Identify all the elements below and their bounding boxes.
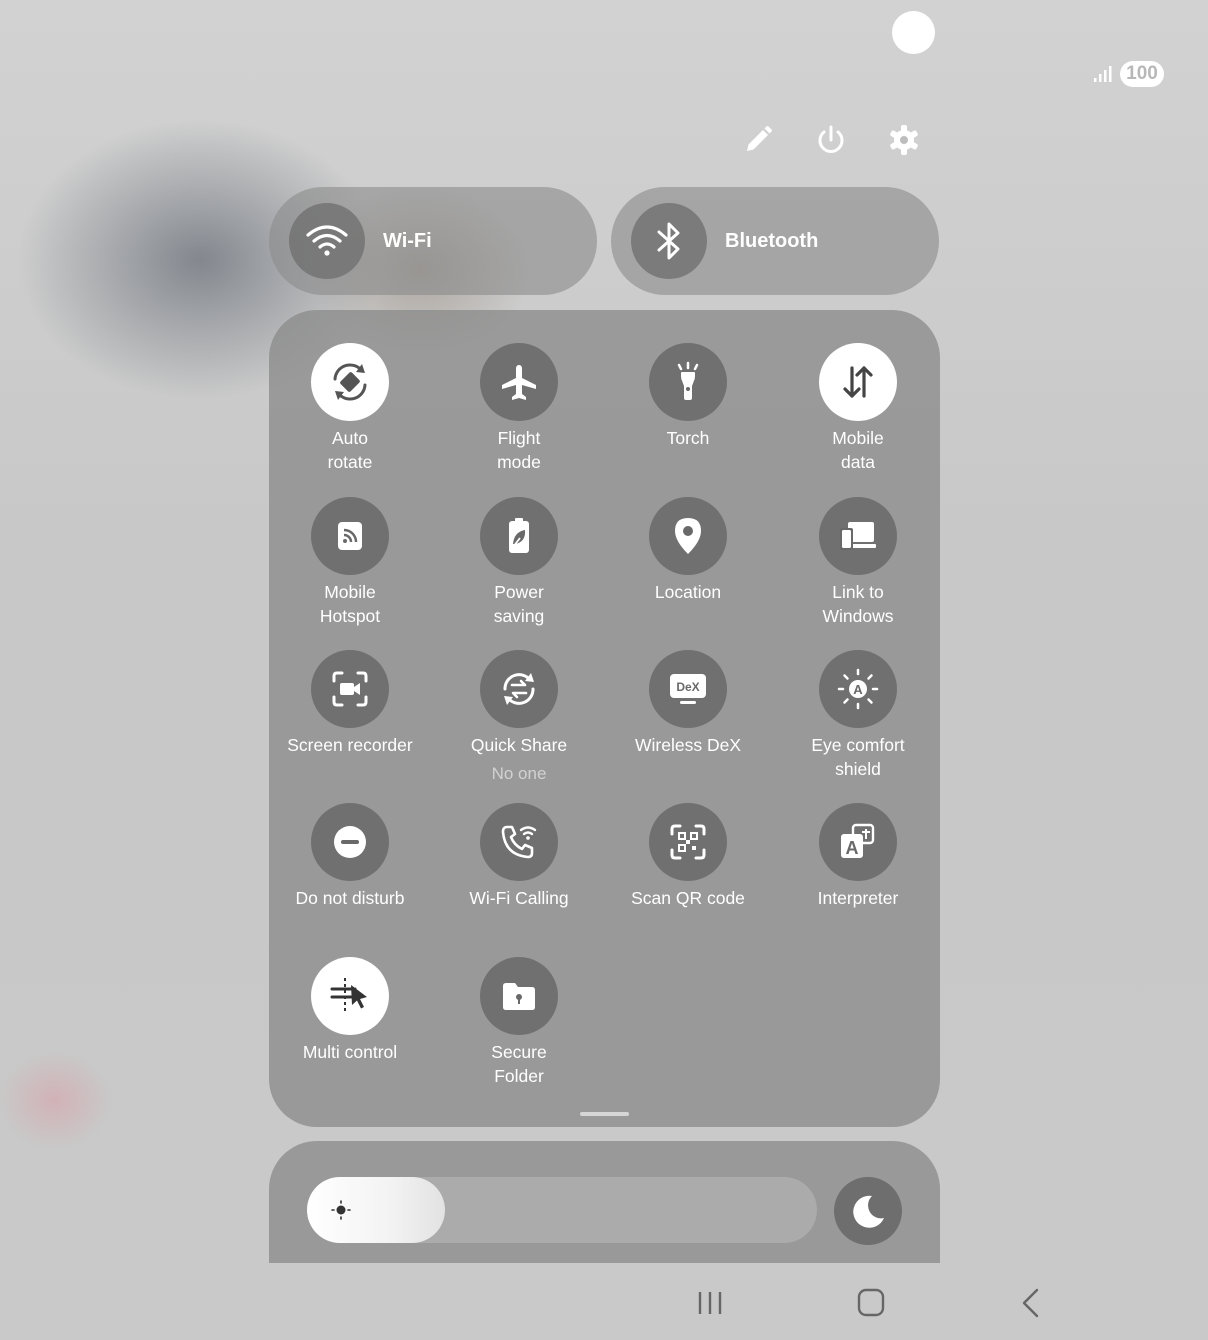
do-not-disturb-icon — [311, 803, 389, 881]
wifi-icon — [289, 203, 365, 279]
mobile-data-icon — [819, 343, 897, 421]
airplane-icon — [480, 343, 558, 421]
location-icon — [649, 497, 727, 575]
tile-auto-rotate[interactable]: Auto rotate — [265, 343, 435, 474]
dex-icon: DeX — [649, 650, 727, 728]
svg-text:A: A — [853, 682, 863, 697]
hotspot-icon — [311, 497, 389, 575]
link-to-windows-icon — [819, 497, 897, 575]
quick-share-icon — [480, 650, 558, 728]
tile-label: Auto rotate — [327, 428, 373, 472]
home-icon[interactable] — [851, 1284, 891, 1322]
torch-icon — [649, 343, 727, 421]
tile-mobile-data[interactable]: Mobile data — [773, 343, 943, 474]
panel-expand-handle[interactable] — [580, 1112, 629, 1116]
wifi-label: Wi-Fi — [383, 229, 432, 252]
screen-recorder-icon — [311, 650, 389, 728]
tile-secure-folder[interactable]: Secure Folder — [434, 957, 604, 1088]
tile-multi-control[interactable]: Multi control — [265, 957, 435, 1064]
tile-sublabel: No one — [491, 764, 547, 783]
battery-indicator: 100 — [1120, 61, 1164, 87]
tile-eye-comfort-shield[interactable]: A Eye comfort shield — [773, 650, 943, 781]
tile-scan-qr-code[interactable]: Scan QR code — [603, 803, 773, 910]
tile-power-saving[interactable]: Power saving — [434, 497, 604, 628]
tile-label: Wireless DeX — [635, 735, 741, 755]
bluetooth-icon — [631, 203, 707, 279]
tile-do-not-disturb[interactable]: Do not disturb — [265, 803, 435, 910]
camera-cutout — [892, 11, 935, 54]
auto-rotate-icon — [311, 343, 389, 421]
tile-label: Link to Windows — [822, 582, 894, 626]
tile-label: Power saving — [493, 582, 545, 626]
dark-mode-button[interactable] — [834, 1177, 902, 1245]
tile-label: Wi-Fi Calling — [469, 888, 569, 908]
svg-text:DeX: DeX — [676, 680, 699, 694]
tile-label: Torch — [666, 428, 710, 448]
tile-torch[interactable]: Torch — [603, 343, 773, 450]
sun-icon — [331, 1200, 351, 1220]
tile-mobile-hotspot[interactable]: Mobile Hotspot — [265, 497, 435, 628]
tile-label: Scan QR code — [631, 888, 745, 908]
tile-wifi-calling[interactable]: Wi-Fi Calling — [434, 803, 604, 910]
tile-label: Flight mode — [497, 428, 541, 472]
secure-folder-icon — [480, 957, 558, 1035]
tile-wireless-dex[interactable]: DeX Wireless DeX — [603, 650, 773, 757]
tile-location[interactable]: Location — [603, 497, 773, 604]
tile-link-to-windows[interactable]: Link to Windows — [773, 497, 943, 628]
bluetooth-toggle[interactable]: Bluetooth — [611, 187, 939, 295]
tile-label: Eye comfort shield — [811, 735, 905, 779]
bluetooth-label: Bluetooth — [725, 229, 819, 252]
tile-label: Mobile Hotspot — [319, 582, 381, 626]
wifi-calling-icon — [480, 803, 558, 881]
back-icon[interactable] — [1011, 1284, 1051, 1322]
signal-icon — [1094, 66, 1112, 82]
edit-icon[interactable] — [738, 120, 778, 160]
tile-label: Multi control — [302, 1042, 398, 1062]
tile-label: Location — [654, 582, 722, 602]
tile-interpreter[interactable]: A Interpreter — [773, 803, 943, 910]
settings-icon[interactable] — [884, 120, 924, 160]
tile-label: Do not disturb — [295, 888, 405, 908]
tile-label: Quick Share — [470, 735, 568, 755]
tile-label: Interpreter — [817, 888, 899, 908]
multi-control-icon — [311, 957, 389, 1035]
power-icon[interactable] — [811, 120, 851, 160]
moon-icon — [853, 1195, 884, 1228]
recent-apps-icon[interactable] — [690, 1284, 730, 1322]
brightness-slider-fill[interactable] — [307, 1177, 445, 1243]
eye-comfort-icon: A — [819, 650, 897, 728]
tile-label: Secure Folder — [491, 1042, 547, 1086]
tile-label: Mobile data — [832, 428, 884, 472]
svg-text:A: A — [846, 838, 859, 858]
wifi-toggle[interactable]: Wi-Fi — [269, 187, 597, 295]
interpreter-icon: A — [819, 803, 897, 881]
tile-quick-share[interactable]: Quick Share No one — [434, 650, 604, 785]
qr-code-icon — [649, 803, 727, 881]
tile-flight-mode[interactable]: Flight mode — [434, 343, 604, 474]
power-saving-icon — [480, 497, 558, 575]
tile-screen-recorder[interactable]: Screen recorder — [265, 650, 435, 757]
tile-label: Screen recorder — [287, 735, 413, 755]
